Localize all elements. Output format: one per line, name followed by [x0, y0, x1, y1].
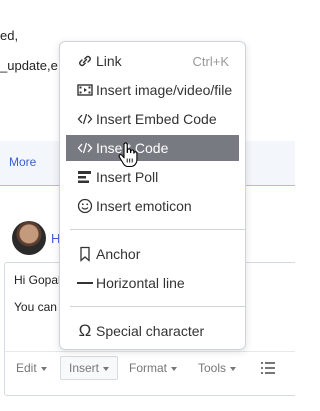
hand-pointer-cursor-icon: [118, 142, 138, 168]
editor-toolbar: Edit Insert Format Tools: [5, 351, 295, 384]
menu-item-label: Special character: [96, 323, 205, 339]
post-text: ed,: [0, 28, 19, 43]
shortcut-hint: Ctrl+K: [192, 53, 229, 69]
more-link[interactable]: More: [9, 155, 36, 169]
editor-text: Hi Gopal: [14, 273, 61, 287]
insert-menu-button[interactable]: Insert: [60, 356, 119, 380]
menu-item-label: Insert Embed Code: [96, 111, 217, 127]
avatar[interactable]: [12, 221, 46, 255]
edit-menu-label: Edit: [16, 361, 37, 375]
horizontal-line-icon: [76, 274, 94, 292]
media-icon: [76, 81, 94, 99]
menu-item-special-character[interactable]: Ω Special character: [66, 318, 239, 344]
menu-item-insert-embed-code[interactable]: Insert Embed Code: [66, 106, 239, 132]
menu-item-label: Insert Poll: [96, 169, 159, 185]
chevron-down-icon: [103, 366, 110, 371]
omega-icon: Ω: [78, 321, 92, 340]
format-menu-button[interactable]: Format: [129, 361, 178, 375]
embed-code-icon: [76, 110, 94, 128]
menu-item-label: Insert emoticon: [96, 198, 192, 214]
bullet-list-icon[interactable]: [261, 362, 275, 374]
menu-item-insert-code[interactable]: Insert Code: [66, 135, 239, 161]
menu-item-anchor[interactable]: Anchor: [66, 241, 239, 267]
post-text: _update,e: [0, 58, 58, 73]
editor-text: You can: [14, 300, 57, 314]
menu-item-label: Horizontal line: [96, 275, 185, 291]
link-icon: [76, 52, 94, 70]
menu-divider: [70, 306, 245, 307]
menu-item-label: Insert image/video/file: [96, 82, 233, 98]
menu-item-horizontal-line[interactable]: Horizontal line: [66, 270, 239, 296]
menu-item-insert-emoticon[interactable]: Insert emoticon: [66, 193, 239, 219]
chevron-down-icon: [171, 366, 178, 371]
chevron-down-icon: [230, 366, 237, 371]
bookmark-icon: [76, 245, 94, 263]
tools-menu-label: Tools: [198, 361, 227, 375]
code-icon: [76, 139, 94, 157]
menu-item-label: Link: [96, 53, 122, 69]
insert-dropdown-menu: Link Ctrl+K Insert image/video/file Inse…: [59, 41, 246, 350]
format-menu-label: Format: [129, 361, 168, 375]
emoticon-icon: [76, 197, 94, 215]
menu-divider: [70, 229, 245, 230]
chevron-down-icon: [40, 366, 47, 371]
edit-menu-button[interactable]: Edit: [16, 361, 47, 375]
insert-menu-label: Insert: [69, 361, 100, 375]
poll-icon: [76, 168, 94, 186]
tools-menu-button[interactable]: Tools: [198, 361, 237, 375]
menu-item-insert-poll[interactable]: Insert Poll: [66, 164, 239, 190]
menu-item-insert-media[interactable]: Insert image/video/file: [66, 77, 239, 103]
menu-item-link[interactable]: Link Ctrl+K: [66, 48, 239, 74]
page: ed, _update,e More H Hi Gopal You can Ed…: [0, 0, 295, 411]
menu-item-label: Anchor: [96, 246, 141, 262]
